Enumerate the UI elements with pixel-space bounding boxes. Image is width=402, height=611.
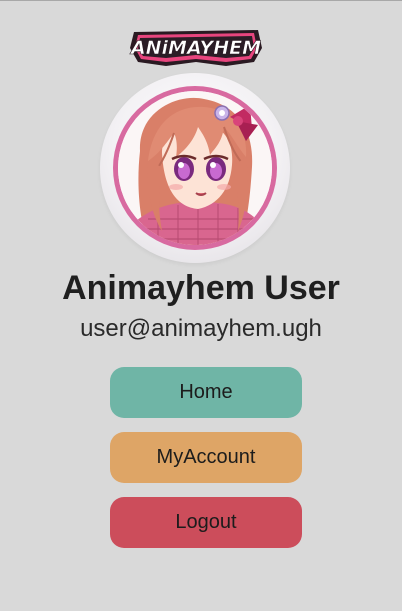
home-button[interactable]: Home [110,367,302,418]
logo-text: ANiMAYHEM [129,37,261,59]
anime-girl-avatar-icon [118,91,272,245]
user-name: Animayhem User [62,269,340,307]
my-account-button[interactable]: MyAccount [110,432,302,483]
logo-graphic: ANiMAYHEM [129,30,262,66]
avatar-image [118,91,272,245]
user-email: user@animayhem.ugh [80,315,322,342]
top-divider [0,0,402,1]
app-logo: ANiMAYHEM [126,26,266,70]
logout-button[interactable]: Logout [110,497,302,548]
avatar [100,73,290,263]
avatar-ring [113,86,277,250]
